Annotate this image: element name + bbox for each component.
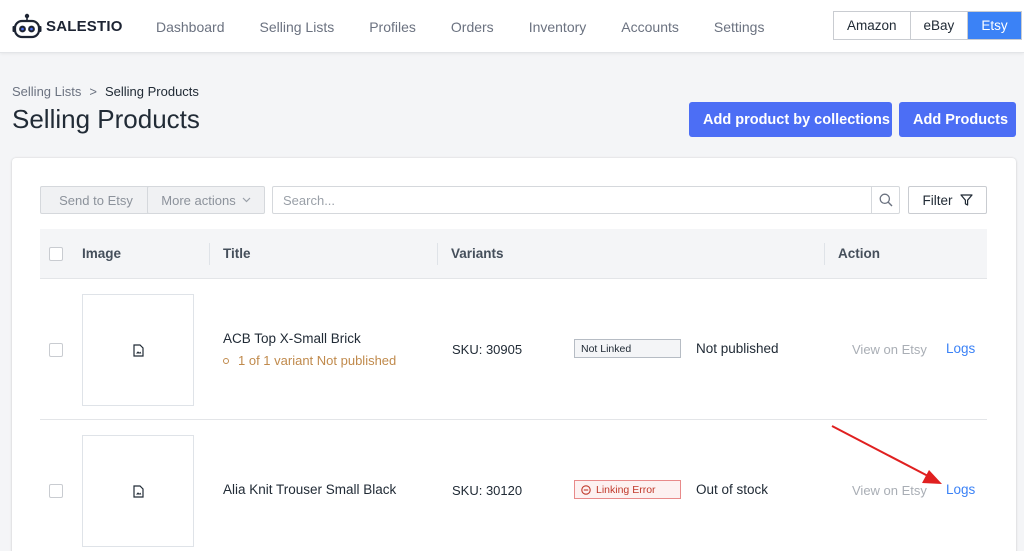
publish-status: Not published <box>696 341 779 356</box>
column-divider <box>824 243 825 265</box>
brand-name: SALESTIO <box>46 17 123 35</box>
column-variants: Variants <box>451 246 504 261</box>
minus-circle-icon <box>581 484 591 495</box>
column-divider <box>209 243 210 265</box>
page-title: Selling Products <box>12 104 200 134</box>
variant-warning-text: 1 of 1 variant Not published <box>238 353 397 368</box>
search-box <box>272 186 900 214</box>
publish-status: Out of stock <box>696 482 769 497</box>
column-title: Title <box>223 246 251 261</box>
nav-accounts[interactable]: Accounts <box>621 19 679 35</box>
search-button[interactable] <box>871 187 899 213</box>
select-all-checkbox[interactable] <box>49 247 63 261</box>
nav-inventory[interactable]: Inventory <box>529 19 587 35</box>
marketplace-ebay-button[interactable]: eBay <box>910 12 969 39</box>
chevron-down-icon <box>242 197 251 203</box>
column-divider <box>437 243 438 265</box>
nav-selling-lists[interactable]: Selling Lists <box>260 19 335 35</box>
logs-link[interactable]: Logs <box>946 482 975 497</box>
variant-warning: 1 of 1 variant Not published <box>223 353 396 368</box>
more-actions-label: More actions <box>161 192 236 208</box>
filter-button[interactable]: Filter <box>908 186 987 214</box>
warning-dot-icon <box>223 357 229 364</box>
product-title[interactable]: ACB Top X-Small Brick <box>223 331 361 346</box>
link-status-badge: Not Linked <box>574 339 681 358</box>
products-card: Send to Etsy More actions Filter Image T… <box>12 158 1016 551</box>
add-product-by-collections-button[interactable]: Add product by collections <box>689 102 892 137</box>
nav-settings[interactable]: Settings <box>714 19 765 35</box>
view-on-etsy-link[interactable]: View on Etsy <box>852 342 927 357</box>
product-image-placeholder[interactable] <box>82 435 194 547</box>
marketplace-etsy-button[interactable]: Etsy <box>968 12 1021 39</box>
funnel-icon <box>959 194 973 206</box>
search-icon <box>879 193 892 207</box>
robot-logo-icon <box>12 13 42 39</box>
marketplace-amazon-button[interactable]: Amazon <box>834 12 911 39</box>
more-actions-dropdown[interactable]: More actions <box>147 186 265 214</box>
row-checkbox[interactable] <box>49 343 63 357</box>
nav-profiles[interactable]: Profiles <box>369 19 416 35</box>
link-status-text: Linking Error <box>596 483 656 496</box>
nav-orders[interactable]: Orders <box>451 19 494 35</box>
column-action: Action <box>838 246 880 261</box>
variant-sku: SKU: 30120 <box>452 483 523 498</box>
breadcrumb: Selling Lists > Selling Products <box>12 84 199 99</box>
product-image-placeholder[interactable] <box>82 294 194 406</box>
filter-label: Filter <box>922 192 953 208</box>
link-status-badge: Linking Error <box>574 480 681 499</box>
send-to-etsy-button[interactable]: Send to Etsy <box>40 186 152 214</box>
product-title[interactable]: Alia Knit Trouser Small Black <box>223 482 396 497</box>
top-navbar: SALESTIO Dashboard Selling Lists Profile… <box>0 0 1024 53</box>
breadcrumb-separator: > <box>89 84 97 99</box>
breadcrumb-current: Selling Products <box>104 84 199 99</box>
row-checkbox[interactable] <box>49 484 63 498</box>
brand-logo[interactable]: SALESTIO <box>12 12 123 40</box>
nav-dashboard[interactable]: Dashboard <box>156 19 225 35</box>
add-products-button[interactable]: Add Products <box>899 102 1016 137</box>
marketplace-switch: Amazon eBay Etsy <box>833 11 1022 40</box>
search-input[interactable] <box>273 187 871 213</box>
column-image: Image <box>82 246 122 261</box>
view-on-etsy-link[interactable]: View on Etsy <box>852 483 927 498</box>
main-nav: Dashboard Selling Lists Profiles Orders … <box>156 0 799 53</box>
image-placeholder-icon <box>132 484 144 498</box>
table-row: Alia Knit Trouser Small Black SKU: 30120… <box>40 420 987 551</box>
table-header: Image Title Variants Action <box>40 229 987 279</box>
variant-sku: SKU: 30905 <box>452 342 523 357</box>
link-status-text: Not Linked <box>581 342 632 355</box>
logs-link[interactable]: Logs <box>946 341 975 356</box>
send-to-etsy-label: Send to Etsy <box>59 192 133 208</box>
table-row: ACB Top X-Small Brick 1 of 1 variant Not… <box>40 279 987 420</box>
image-placeholder-icon <box>132 343 144 357</box>
breadcrumb-parent-link[interactable]: Selling Lists <box>12 84 81 99</box>
